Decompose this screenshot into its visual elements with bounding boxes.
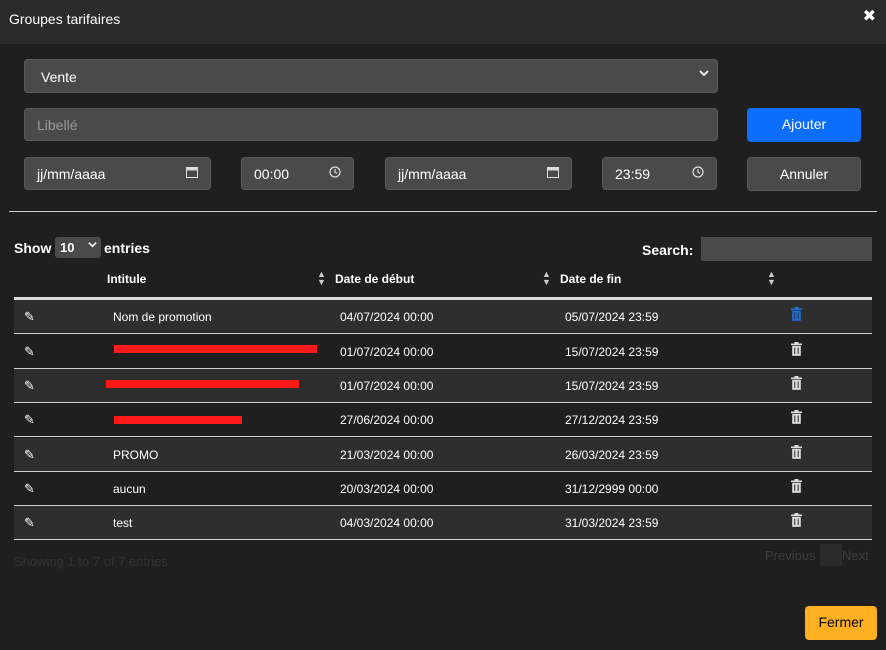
search-label: Search: [642, 242, 694, 258]
sort-icon[interactable]: ▲ ▼ [317, 270, 326, 287]
libelle-input[interactable] [24, 108, 718, 141]
cell-date-debut: 20/03/2024 00:00 [340, 482, 434, 496]
redaction-mark [106, 380, 299, 388]
table-row: ✎ 01/07/2024 00:00 15/07/2024 23:59 [14, 335, 872, 369]
clock-icon[interactable] [329, 166, 341, 181]
table-row: ✎ PROMO 21/03/2024 00:00 26/03/2024 23:5… [14, 438, 872, 472]
page-size-value: 10 [60, 240, 75, 255]
start-date-value: jj/mm/aaaa [37, 166, 106, 182]
start-time-value: 00:00 [254, 166, 290, 182]
end-time-value: 23:59 [615, 166, 651, 182]
cell-date-debut: 21/03/2024 00:00 [340, 448, 434, 462]
page-1-button[interactable] [820, 544, 842, 566]
next-button[interactable]: Next [842, 548, 869, 563]
clock-icon[interactable] [692, 166, 704, 181]
start-time-input[interactable]: 00:00 [241, 157, 354, 190]
chevron-down-icon [699, 67, 709, 81]
cell-intitule: aucun [113, 482, 146, 496]
close-button[interactable]: Fermer [805, 606, 877, 640]
cell-date-fin: 05/07/2024 23:59 [565, 310, 659, 324]
column-header-date-fin[interactable]: Date de fin [560, 272, 621, 286]
edit-icon[interactable]: ✎ [24, 412, 35, 428]
table-row: ✎ 01/07/2024 00:00 15/07/2024 23:59 [14, 369, 872, 403]
cell-date-debut: 04/07/2024 00:00 [340, 310, 434, 324]
table-row: ✎ 27/06/2024 00:00 27/12/2024 23:59 [14, 403, 872, 437]
type-select[interactable]: Vente [24, 59, 718, 93]
cell-date-fin: 27/12/2024 23:59 [565, 413, 659, 427]
cell-intitule: Nom de promotion [113, 310, 212, 324]
end-date-value: jj/mm/aaaa [398, 166, 467, 182]
edit-icon[interactable]: ✎ [24, 447, 35, 463]
trash-icon[interactable] [791, 376, 802, 390]
edit-icon[interactable]: ✎ [24, 309, 35, 325]
cell-date-fin: 31/12/2999 00:00 [565, 482, 659, 496]
pagination-info: Showing 1 to 7 of 7 entries [14, 554, 168, 569]
calendar-icon[interactable] [547, 166, 559, 181]
edit-icon[interactable]: ✎ [24, 344, 35, 360]
edit-icon[interactable]: ✎ [24, 481, 35, 497]
dialog-title: Groupes tarifaires [9, 11, 121, 27]
start-date-input[interactable]: jj/mm/aaaa [24, 157, 211, 190]
trash-icon[interactable] [791, 307, 802, 321]
redaction-mark [114, 416, 242, 424]
cell-date-fin: 26/03/2024 23:59 [565, 448, 659, 462]
cell-date-debut: 27/06/2024 00:00 [340, 413, 434, 427]
column-header-intitule[interactable]: Intitule [107, 272, 146, 286]
cell-intitule: PROMO [113, 448, 159, 462]
cell-date-fin: 15/07/2024 23:59 [565, 379, 659, 393]
trash-icon[interactable] [791, 445, 802, 459]
edit-icon[interactable]: ✎ [24, 515, 35, 531]
column-header-date-debut[interactable]: Date de début [335, 272, 414, 286]
table-row: ✎ Nom de promotion 04/07/2024 00:00 05/0… [14, 300, 872, 334]
table-row: ✎ aucun 20/03/2024 00:00 31/12/2999 00:0… [14, 472, 872, 506]
chevron-down-icon [88, 240, 97, 252]
cell-date-fin: 31/03/2024 23:59 [565, 516, 659, 530]
cell-intitule: test [113, 516, 133, 530]
trash-icon[interactable] [791, 513, 802, 527]
cell-date-debut: 04/03/2024 00:00 [340, 516, 434, 530]
add-button[interactable]: Ajouter [747, 108, 861, 142]
cell-date-debut: 01/07/2024 00:00 [340, 345, 434, 359]
trash-icon[interactable] [791, 342, 802, 356]
divider [9, 211, 877, 212]
show-label: Show [14, 240, 52, 256]
page-size-select[interactable]: 10 [55, 237, 101, 258]
entries-label: entries [104, 240, 150, 256]
close-icon[interactable]: ✖ [863, 9, 876, 25]
redaction-mark [114, 345, 317, 353]
type-select-value: Vente [41, 69, 77, 85]
previous-button[interactable]: Previous [765, 548, 816, 563]
sort-icon[interactable]: ▲ ▼ [542, 270, 551, 287]
cell-date-debut: 01/07/2024 00:00 [340, 379, 434, 393]
cell-date-fin: 15/07/2024 23:59 [565, 345, 659, 359]
dialog-header: Groupes tarifaires ✖ [0, 0, 886, 44]
sort-icon[interactable]: ▲ ▼ [767, 270, 776, 287]
trash-icon[interactable] [791, 410, 802, 424]
trash-icon[interactable] [791, 479, 802, 493]
end-time-input[interactable]: 23:59 [602, 157, 717, 190]
calendar-icon[interactable] [186, 166, 198, 181]
search-input[interactable] [701, 237, 872, 261]
table-row: ✎ test 04/03/2024 00:00 31/03/2024 23:59 [14, 506, 872, 540]
edit-icon[interactable]: ✎ [24, 378, 35, 394]
end-date-input[interactable]: jj/mm/aaaa [385, 157, 572, 190]
cancel-button[interactable]: Annuler [747, 157, 861, 191]
